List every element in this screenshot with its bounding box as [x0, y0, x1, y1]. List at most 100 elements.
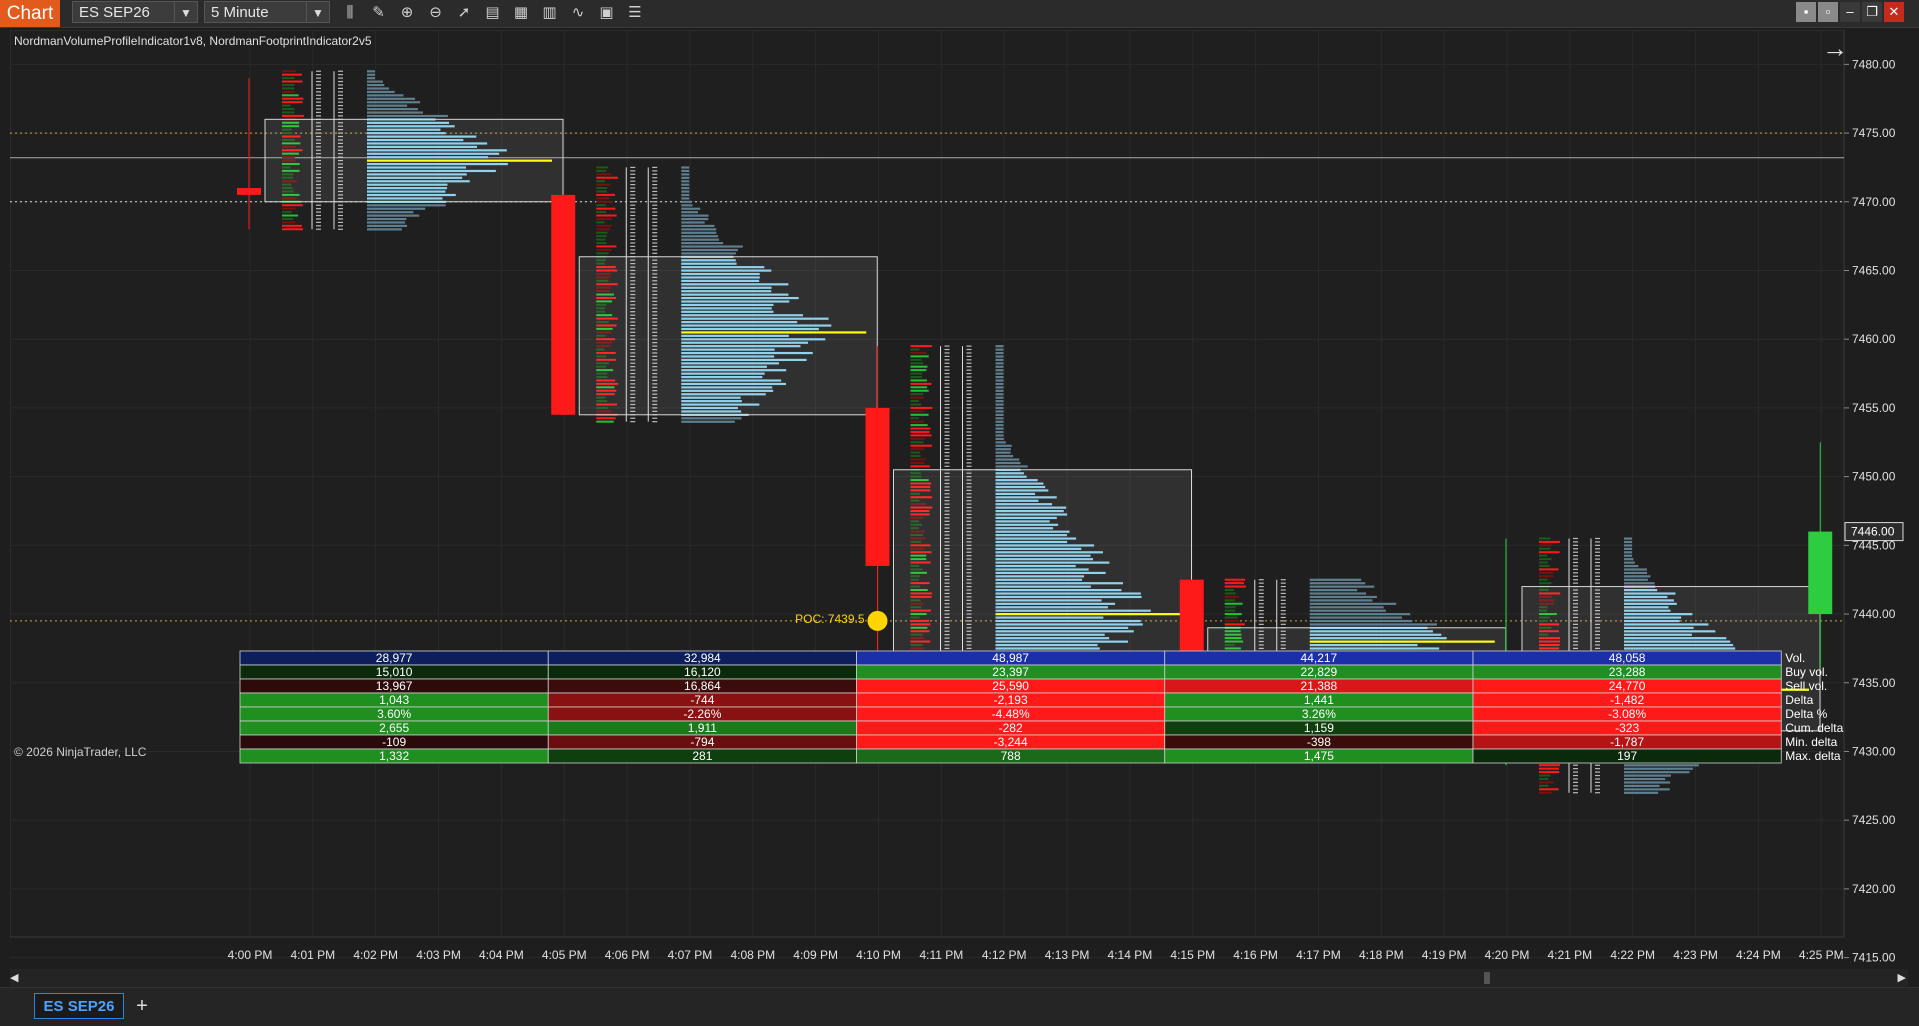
- profile-bar: [681, 169, 690, 173]
- profile-bar: [1309, 589, 1358, 592]
- x-tick-label: 4:17 PM: [1296, 948, 1341, 962]
- footprint-text: [630, 421, 636, 423]
- profile-bar: [367, 87, 390, 90]
- footprint-cell: [1539, 767, 1559, 770]
- stats-value: 1,332: [379, 749, 409, 763]
- profile-bar: [1624, 578, 1648, 581]
- footprint-text: [652, 173, 658, 175]
- footprint-text: [338, 211, 343, 213]
- footprint-text: [1280, 589, 1286, 591]
- footprint-text: [1258, 589, 1264, 591]
- footprint-cell: [1539, 544, 1552, 547]
- footprint-cell: [1539, 791, 1552, 794]
- minimize-icon[interactable]: –: [1840, 2, 1860, 22]
- footprint-text: [652, 201, 658, 203]
- close-icon[interactable]: ✕: [1884, 2, 1904, 22]
- footprint-text: [1595, 544, 1600, 546]
- footprint-cell: [596, 245, 617, 248]
- data-box-icon[interactable]: ▤: [483, 3, 503, 23]
- profile-bar: [1309, 585, 1375, 588]
- footprint-text: [652, 166, 658, 169]
- footprint-text: [966, 465, 972, 467]
- footprint-text: [1280, 592, 1286, 595]
- value-area-box: [264, 118, 564, 203]
- footprint-cell: [910, 437, 925, 440]
- profile-bar: [995, 406, 1004, 410]
- chart-tab[interactable]: Chart: [0, 0, 60, 27]
- y-tick-label: 7415.00: [1852, 951, 1896, 965]
- footprint-cell: [1539, 781, 1554, 784]
- footprint-cell: [596, 200, 612, 203]
- footprint-text: [1573, 551, 1578, 553]
- footprint-text: [1573, 774, 1578, 777]
- profile-bar: [995, 437, 1004, 441]
- footprint-text: [316, 225, 321, 227]
- price-chart[interactable]: 7480.00 7475.00 7470.00 7465.00 7460.00 7455.…: [10, 30, 1908, 967]
- scroll-right-icon[interactable]: ▶: [1898, 971, 1906, 984]
- footprint-text: [316, 228, 321, 230]
- footprint-text: [652, 225, 658, 227]
- footprint-text: [338, 70, 343, 72]
- scroll-thumb[interactable]: [1484, 972, 1490, 984]
- footprint-text: [1595, 785, 1600, 787]
- footprint-text: [966, 448, 972, 450]
- footprint-text: [652, 252, 658, 254]
- candle-body[interactable]: [551, 194, 576, 415]
- footprint-text: [630, 177, 636, 179]
- profile-bar: [995, 455, 1014, 458]
- x-tick-label: 4:14 PM: [1108, 948, 1153, 962]
- zoom-in-icon[interactable]: ⊕: [397, 3, 417, 23]
- footprint-cell: [596, 183, 611, 186]
- footprint-text: [944, 448, 950, 450]
- footprint-text: [1573, 555, 1578, 557]
- candle-body[interactable]: [237, 188, 261, 195]
- pointer-icon[interactable]: ➚: [454, 3, 474, 23]
- footprint-text: [1573, 565, 1578, 567]
- tab-es-sep26[interactable]: ES SEP26: [34, 993, 124, 1019]
- profile-bar: [1624, 568, 1647, 571]
- x-tick-label: 4:10 PM: [856, 948, 901, 962]
- zoom-out-icon[interactable]: ⊖: [426, 3, 446, 23]
- chevron-down-icon[interactable]: ▼: [306, 2, 329, 22]
- bar-type-icon[interactable]: ⫼: [340, 3, 360, 23]
- tile2-icon[interactable]: ▫: [1818, 2, 1838, 22]
- tile-icon[interactable]: ▪: [1796, 2, 1816, 22]
- horizontal-scrollbar[interactable]: ◀ ▶: [10, 969, 1908, 987]
- footprint-text: [338, 87, 343, 90]
- profile-bar: [1624, 788, 1670, 791]
- footprint-cell: [596, 231, 608, 234]
- footprint-text: [944, 345, 950, 347]
- candle-body[interactable]: [865, 407, 890, 566]
- candle-body[interactable]: [1808, 531, 1833, 615]
- footprint-text: [944, 352, 950, 354]
- restore-icon[interactable]: ❐: [1862, 2, 1882, 22]
- instrument-selector[interactable]: ES SEP26 ▼: [72, 1, 198, 23]
- footprint-text: [338, 98, 343, 100]
- footprint-text: [652, 235, 658, 237]
- scroll-to-end-icon[interactable]: →: [1822, 33, 1848, 63]
- footprint-text: [1573, 781, 1578, 783]
- properties-icon[interactable]: ▣: [597, 3, 617, 23]
- footprint-cell: [1224, 613, 1242, 616]
- scroll-left-icon[interactable]: ◀: [10, 971, 18, 984]
- profile-bar: [681, 173, 690, 176]
- footprint-text: [1595, 551, 1600, 553]
- templates-icon[interactable]: ▦: [511, 3, 531, 23]
- footprint-text: [652, 180, 658, 182]
- footprint-cell: [596, 238, 606, 241]
- strategies-icon[interactable]: ∿: [568, 3, 588, 23]
- footprint-text: [944, 386, 950, 388]
- stats-value: 1,475: [1304, 749, 1334, 763]
- timeframe-selector[interactable]: 5 Minute ▼: [204, 1, 330, 23]
- footprint-text: [630, 245, 636, 248]
- footprint-text: [652, 245, 658, 248]
- profile-bar: [1624, 582, 1655, 585]
- list-icon[interactable]: ☰: [625, 3, 645, 23]
- chevron-down-icon[interactable]: ▼: [174, 2, 197, 22]
- indicators-icon[interactable]: ▥: [540, 3, 560, 23]
- footprint-text: [1595, 558, 1600, 560]
- drawing-tool-icon[interactable]: ✎: [369, 3, 389, 23]
- add-tab-button[interactable]: +: [130, 993, 154, 1019]
- footprint-text: [1258, 579, 1264, 581]
- x-tick-label: 4:08 PM: [730, 948, 775, 962]
